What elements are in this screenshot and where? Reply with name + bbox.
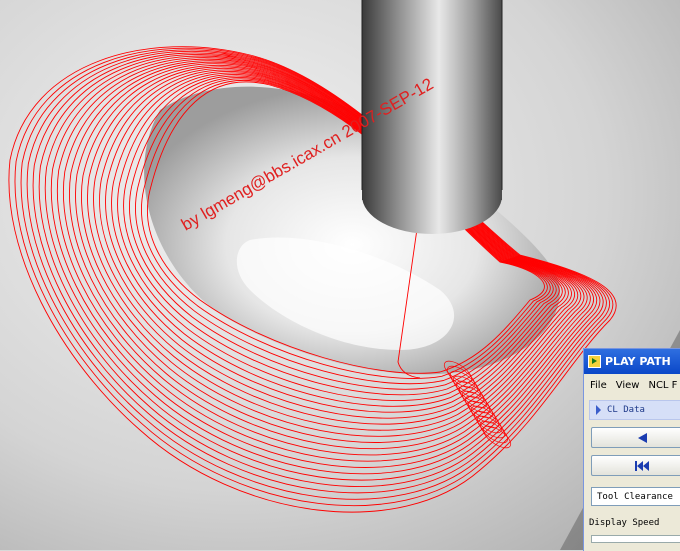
expand-triangle-icon xyxy=(596,405,601,415)
play-path-menubar: File View NCL F xyxy=(584,374,680,396)
menu-view[interactable]: View xyxy=(616,380,640,391)
rewind-to-start-icon xyxy=(635,460,649,471)
play-path-panel[interactable]: PLAY PATH File View NCL F CL Data Tool C… xyxy=(583,348,680,551)
cutting-tool xyxy=(361,0,503,234)
rewind-to-start-button[interactable] xyxy=(591,455,680,476)
step-back-icon xyxy=(638,432,647,443)
cl-data-expander[interactable]: CL Data xyxy=(589,400,680,420)
display-speed-slider[interactable] xyxy=(591,535,680,543)
cam-viewport[interactable] xyxy=(0,0,680,550)
tool-clearance-select[interactable]: Tool Clearance xyxy=(591,487,680,506)
play-path-titlebar[interactable]: PLAY PATH xyxy=(584,349,680,374)
display-speed-label: Display Speed xyxy=(589,518,660,528)
cl-data-label: CL Data xyxy=(607,405,645,415)
play-path-app-icon xyxy=(588,355,601,368)
menu-ncl[interactable]: NCL F xyxy=(648,380,677,391)
play-path-title: PLAY PATH xyxy=(605,355,671,368)
tool-clearance-value: Tool Clearance xyxy=(597,491,673,502)
step-back-button[interactable] xyxy=(591,427,680,448)
menu-file[interactable]: File xyxy=(590,380,607,391)
